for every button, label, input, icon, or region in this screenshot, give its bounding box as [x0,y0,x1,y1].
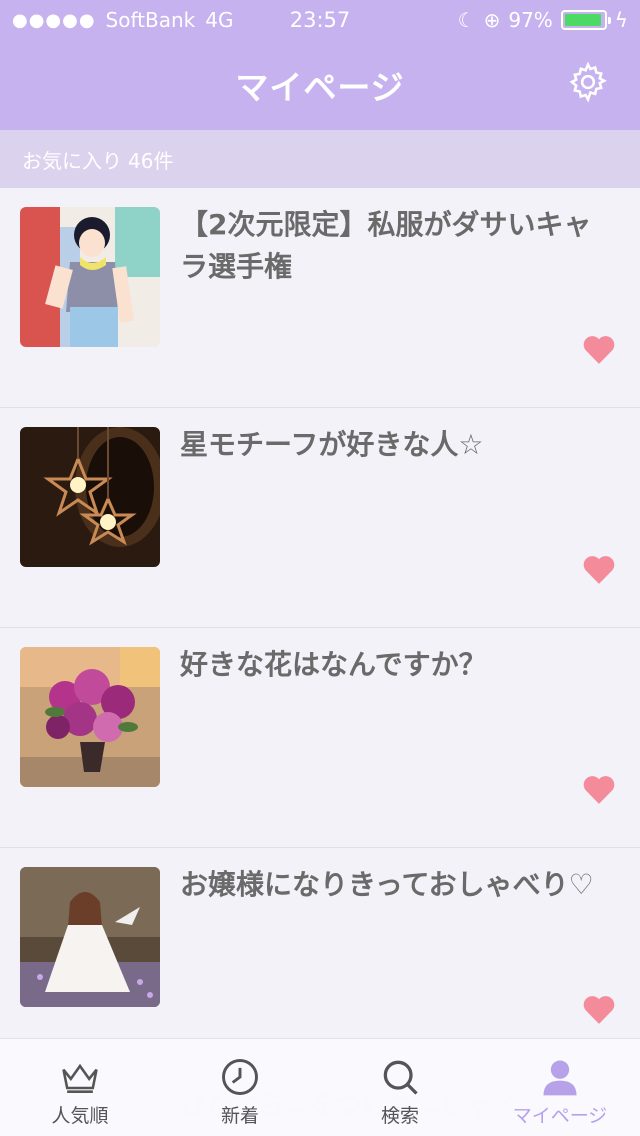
item-title: 星モチーフが好きな人☆ [180,428,484,461]
crown-icon [62,1063,98,1093]
tab-bar: 人気順 新着 検索 マイページ [0,1038,640,1136]
signal-strength: ●●●●● [12,9,96,31]
tab-mypage[interactable]: マイページ [480,1039,640,1136]
top-header: ●●●●● SoftBank 4G 23:57 ☾ ⊕ 97% ϟ マイページ [0,0,640,130]
gear-icon[interactable] [566,60,610,104]
thumbnail-anime-character [20,207,160,347]
favorites-count: 46件 [128,148,174,173]
list-item[interactable]: 星モチーフが好きな人☆ [0,408,640,628]
thumbnail-star-lights [20,427,160,567]
clock-icon [222,1059,258,1095]
person-icon [543,1060,577,1096]
battery-icon [560,10,611,30]
battery-percent: 97% [508,8,553,32]
navigation-bar: マイページ [0,40,640,130]
status-bar: ●●●●● SoftBank 4G 23:57 ☾ ⊕ 97% ϟ [0,0,640,40]
tab-label: 検索 [380,1105,419,1127]
favorites-list: 【2次元限定】私服がダサいキャラ選手権 星モチーフが好きな人☆ 好きな花はなんで… [0,188,640,1038]
tab-label: マイページ [512,1105,608,1127]
carrier-name: SoftBank [105,8,196,32]
favorites-label: お気に入り [22,148,122,173]
item-title: お嬢様になりきっておしゃべり♡ [180,868,594,901]
thumbnail-flower-bouquet [20,647,160,787]
search-icon [383,1060,418,1095]
list-item[interactable]: 好きな花はなんですか？ [0,628,640,848]
list-item[interactable]: 【2次元限定】私服がダサいキャラ選手権 [0,188,640,408]
rotation-lock-icon: ⊕ [483,8,501,32]
tab-new[interactable]: 新着 [160,1039,320,1136]
list-item[interactable]: お嬢様になりきっておしゃべり♡ [0,848,640,1038]
charging-icon: ϟ [614,8,628,32]
tab-label: 新着 [220,1105,259,1127]
item-title: 好きな花はなんですか？ [180,648,487,681]
tab-ranking[interactable]: 人気順 [0,1039,160,1136]
heart-icon[interactable] [582,994,616,1024]
favorites-header: お気に入り 46件 [0,130,640,188]
thumbnail-girl-in-dress [20,867,160,1007]
tab-label: 人気順 [51,1105,109,1127]
heart-icon[interactable] [582,554,616,584]
network-type: 4G [205,8,234,32]
heart-icon[interactable] [582,334,616,364]
item-title: 【2次元限定】私服がダサいキャラ選手権 [180,208,592,283]
tab-search[interactable]: 検索 [320,1039,480,1136]
moon-icon: ☾ [457,8,476,32]
page-title: マイページ [235,68,405,107]
heart-icon[interactable] [582,774,616,804]
